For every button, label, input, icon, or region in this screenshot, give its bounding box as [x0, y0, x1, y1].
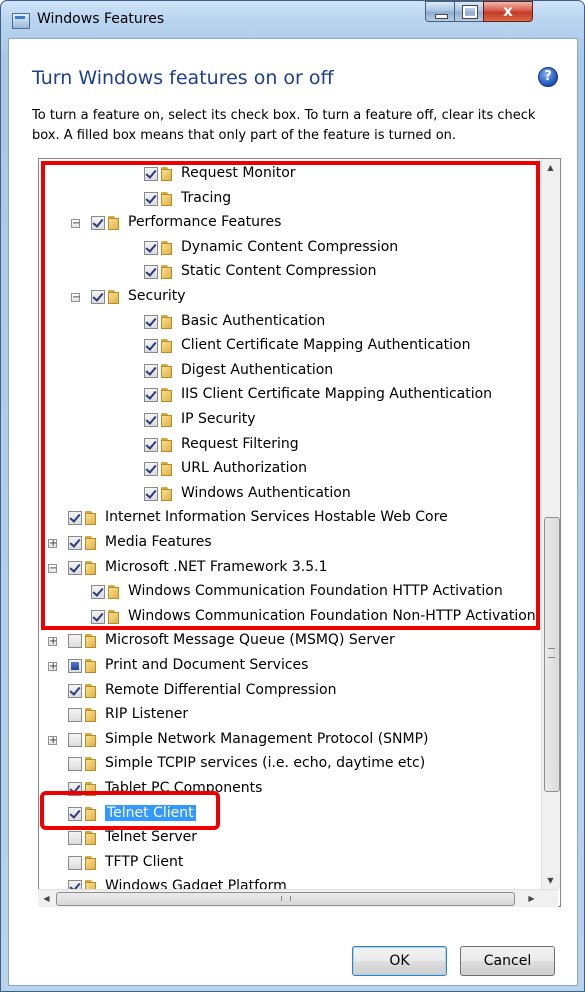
- tree-item[interactable]: + Simple Network Management Protocol (SNM…: [39, 729, 559, 753]
- expand-icon[interactable]: +: [48, 735, 57, 745]
- highlight-box-telnet-client: [40, 791, 220, 830]
- feature-label[interactable]: Microsoft Message Queue (MSMQ) Server: [105, 632, 395, 648]
- folder-icon: [84, 732, 100, 748]
- vertical-scrollbar[interactable]: ▲ ▼: [541, 159, 560, 889]
- scroll-left-icon[interactable]: ◀: [38, 890, 55, 907]
- feature-label[interactable]: TFTP Client: [105, 854, 183, 870]
- feature-checkbox[interactable]: [68, 634, 82, 649]
- feature-checkbox[interactable]: [68, 757, 82, 772]
- scroll-right-icon[interactable]: ▶: [523, 890, 540, 907]
- feature-checkbox[interactable]: [68, 659, 82, 673]
- feature-label[interactable]: Simple Network Management Protocol (SNMP…: [105, 731, 429, 747]
- ok-button[interactable]: OK: [352, 946, 447, 976]
- maximize-icon: [462, 5, 478, 19]
- close-button[interactable]: x: [483, 1, 533, 22]
- expand-icon[interactable]: +: [48, 637, 57, 647]
- windows-features-icon: [12, 13, 30, 29]
- folder-icon: [84, 855, 100, 871]
- cancel-button[interactable]: Cancel: [460, 946, 555, 976]
- help-icon[interactable]: ?: [538, 67, 558, 87]
- minimize-icon: [435, 14, 448, 19]
- tree-item[interactable]: RIP Listener: [39, 704, 559, 728]
- close-icon: x: [503, 2, 513, 20]
- feature-label[interactable]: Simple TCPIP services (i.e. echo, daytim…: [105, 755, 425, 771]
- feature-checkbox[interactable]: [68, 708, 82, 723]
- feature-label[interactable]: Telnet Server: [105, 829, 197, 845]
- folder-icon: [84, 830, 100, 846]
- folder-icon: [84, 683, 100, 699]
- window-title: Windows Features: [37, 11, 165, 27]
- feature-label[interactable]: Print and Document Services: [105, 657, 308, 673]
- feature-label[interactable]: RIP Listener: [105, 706, 188, 722]
- page-title: Turn Windows features on or off: [32, 67, 334, 89]
- feature-checkbox[interactable]: [68, 855, 82, 870]
- scroll-up-icon[interactable]: ▲: [542, 159, 559, 176]
- folder-icon: [84, 707, 100, 723]
- title-bar[interactable]: Windows Features x: [1, 1, 584, 37]
- tree-item[interactable]: + Microsoft Message Queue (MSMQ) Server: [39, 630, 559, 654]
- highlight-box-iis-section: [41, 161, 540, 630]
- folder-icon: [84, 756, 100, 772]
- maximize-button[interactable]: [454, 1, 484, 22]
- vertical-scroll-thumb[interactable]: [544, 517, 560, 792]
- folder-icon: [84, 633, 100, 649]
- feature-label[interactable]: Remote Differential Compression: [105, 682, 336, 698]
- tree-item[interactable]: Remote Differential Compression: [39, 680, 559, 704]
- tree-item[interactable]: Telnet Server: [39, 827, 559, 851]
- feature-checkbox[interactable]: [68, 831, 82, 846]
- scroll-grip-icon: [548, 648, 555, 658]
- folder-icon: [84, 658, 100, 674]
- description-text: To turn a feature on, select its check b…: [32, 108, 536, 143]
- tree-item[interactable]: TFTP Client: [39, 852, 559, 876]
- feature-checkbox[interactable]: [68, 732, 82, 747]
- horizontal-scroll-thumb[interactable]: [56, 892, 515, 906]
- horizontal-scrollbar[interactable]: ◀ ▶: [38, 889, 558, 907]
- tree-item[interactable]: Simple TCPIP services (i.e. echo, daytim…: [39, 753, 559, 777]
- tree-item[interactable]: + Print and Document Services: [39, 655, 559, 679]
- scroll-grip-icon: [281, 896, 291, 901]
- scroll-down-icon[interactable]: ▼: [542, 872, 559, 889]
- expand-icon[interactable]: +: [48, 662, 57, 672]
- minimize-button[interactable]: [425, 1, 455, 22]
- feature-checkbox[interactable]: [68, 683, 82, 698]
